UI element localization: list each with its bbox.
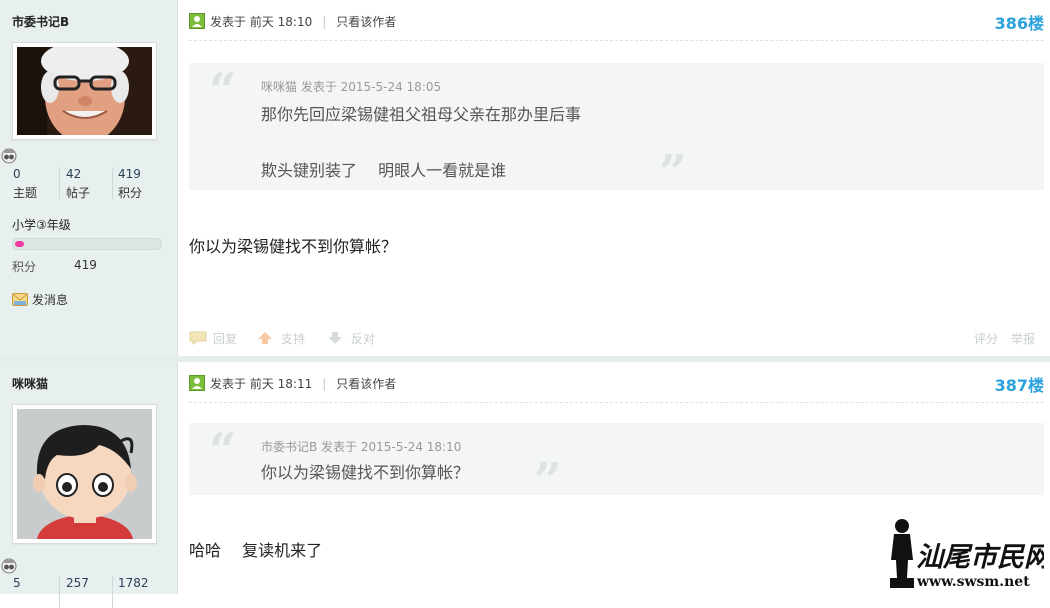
rate-link[interactable]: 评分 [974, 330, 998, 347]
stat-value: 5 [13, 576, 21, 590]
reply-button[interactable]: 回复 [189, 330, 237, 347]
stat-value: 42 [66, 167, 82, 181]
user-grade[interactable]: 小学③年级 [12, 216, 71, 233]
avatar[interactable] [12, 404, 157, 544]
support-button[interactable]: 支持 [257, 330, 305, 347]
site-watermark-logo: 汕尾市民网 www.swsm.net [884, 516, 1050, 592]
only-author-link[interactable]: 只看该作者 [336, 15, 396, 29]
support-label: 支持 [281, 332, 306, 346]
stat-value: 257 [66, 576, 89, 590]
user-online-icon [189, 13, 205, 29]
reply-icon [189, 331, 207, 345]
stat-threads[interactable]: 5 [13, 576, 63, 590]
medal-icon[interactable] [1, 558, 17, 574]
stat-points[interactable]: 419 积分 [118, 167, 168, 201]
meta-divider: | [322, 15, 327, 29]
author-name[interactable]: 咪咪猫 [12, 375, 48, 392]
stat-label: 主题 [13, 186, 38, 200]
thumbs-down-icon [328, 332, 342, 344]
avatar-cartoon-image [17, 409, 152, 539]
quote-header: 咪咪猫 发表于 2015-5-24 18:05 [261, 80, 442, 94]
quote-close-icon: ” [659, 145, 687, 201]
stat-label: 积分 [118, 186, 143, 200]
grade-progress-bar [12, 238, 162, 250]
thumbs-up-icon [258, 332, 272, 344]
stat-points[interactable]: 1782 [118, 576, 168, 590]
send-message-link[interactable]: 发消息 [12, 291, 68, 308]
stat-posts[interactable]: 257 [66, 576, 116, 590]
meta-divider: | [322, 377, 327, 391]
author-sidebar: 咪咪猫 5 257 1782 [0, 362, 178, 608]
divider [59, 167, 60, 199]
avatar-portrait-image [17, 47, 152, 135]
divider [59, 576, 60, 608]
mail-icon [12, 293, 28, 306]
oppose-label: 反对 [351, 332, 376, 346]
stat-label: 帖子 [66, 186, 91, 200]
quote-header: 市委书记B 发表于 2015-5-24 18:10 [261, 440, 462, 454]
score-label: 积分 [12, 260, 37, 274]
floor-number[interactable]: 386楼 [995, 10, 1044, 34]
user-online-icon [189, 375, 205, 391]
quote-open-icon: “ [209, 63, 237, 119]
stat-value: 1782 [118, 576, 149, 590]
report-link[interactable]: 举报 [1011, 330, 1035, 347]
stat-posts[interactable]: 42 帖子 [66, 167, 116, 201]
author-sidebar: 市委书记B 0 主题 42 帖子 419 积分 小学③年级 积分 419 发消息 [0, 0, 178, 356]
quote-block: “ 咪咪猫 发表于 2015-5-24 18:05 那你先回应梁锡健祖父祖母父亲… [189, 63, 1044, 197]
medal-icon[interactable] [1, 148, 17, 164]
grade-progress-fill [15, 241, 24, 247]
divider [189, 402, 1044, 403]
score-row: 积分 419 [12, 258, 97, 275]
post-main: 发表于 前天 18:10 | 只看该作者 386楼 “ 咪咪猫 发表于 2015-5… [189, 0, 1044, 356]
stat-threads[interactable]: 0 主题 [13, 167, 63, 201]
score-value: 419 [74, 258, 97, 272]
oppose-button[interactable]: 反对 [327, 330, 375, 347]
post-body: 你以为梁锡健找不到你算帐？ [189, 237, 398, 256]
divider [112, 576, 113, 608]
post-time: 发表于 前天 18:10 [210, 15, 313, 29]
floor-number[interactable]: 387楼 [995, 372, 1044, 396]
watermark-logo-text: 汕尾市民网 [916, 542, 1044, 573]
divider [112, 167, 113, 199]
post-meta: 发表于 前天 18:10 | 只看该作者 [189, 13, 396, 29]
watermark-url: www.swsm.net [916, 574, 1030, 590]
quote-line: 那你先回应梁锡健祖父祖母父亲在那办里后事 [261, 105, 582, 124]
avatar[interactable] [12, 42, 157, 140]
author-name[interactable]: 市委书记B [12, 13, 69, 30]
stat-value: 0 [13, 167, 21, 181]
stat-value: 419 [118, 167, 141, 181]
post-time: 发表于 前天 18:11 [210, 377, 313, 391]
post-386: 市委书记B 0 主题 42 帖子 419 积分 小学③年级 积分 419 发消息… [0, 0, 1050, 356]
quote-line: 欺头键别装了 明眼人一看就是谁 [261, 161, 507, 180]
quote-line: 你以为梁锡健找不到你算帐？ [261, 463, 470, 482]
send-message-label: 发消息 [32, 293, 69, 307]
divider [189, 40, 1044, 41]
watermark-silhouette-icon: 汕尾市民网 www.swsm.net [890, 519, 1050, 590]
post-meta: 发表于 前天 18:11 | 只看该作者 [189, 375, 396, 391]
quote-open-icon: “ [209, 423, 237, 479]
reply-label: 回复 [213, 332, 238, 346]
post-body: 哈哈 复读机来了 [189, 541, 323, 560]
only-author-link[interactable]: 只看该作者 [336, 377, 396, 391]
quote-close-icon: ” [534, 453, 562, 509]
quote-block: “ 市委书记B 发表于 2015-5-24 18:10 你以为梁锡健找不到你算帐… [189, 423, 1044, 505]
